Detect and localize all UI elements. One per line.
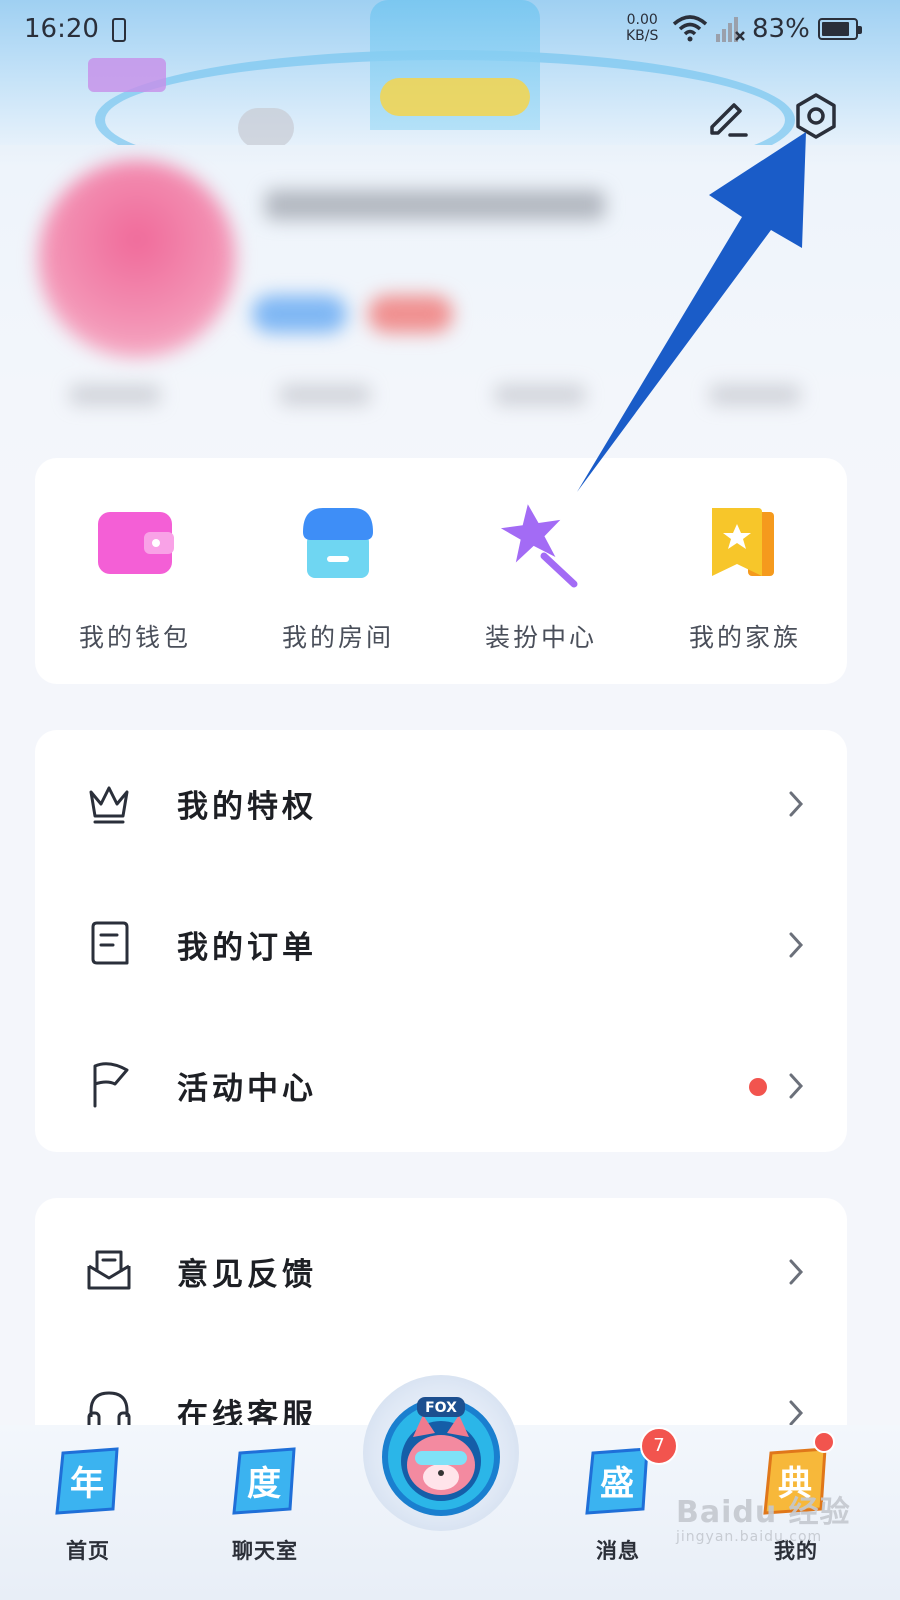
tool-wallet[interactable]: 我的钱包 <box>45 498 225 654</box>
watermark: Baidu 经验 jingyan.baidu.com <box>676 1495 851 1545</box>
tab-chatroom[interactable]: 度 聊天室 <box>205 1447 325 1565</box>
center-fox-button[interactable]: FOX <box>363 1375 519 1531</box>
store-icon <box>303 508 373 578</box>
notification-dot <box>749 1078 767 1096</box>
flag-icon <box>93 1062 129 1108</box>
edit-profile-button[interactable] <box>704 93 750 139</box>
quick-tools-card: 我的钱包 我的房间 装扮中心 我的家族 <box>35 458 847 684</box>
menu-item-feedback[interactable]: 意见反馈 <box>35 1204 847 1334</box>
home-tab-icon: 年 <box>55 1447 119 1515</box>
tool-family[interactable]: 我的家族 <box>655 498 835 654</box>
chevron-right-icon <box>789 1259 804 1285</box>
chevron-right-icon <box>789 1073 804 1099</box>
family-book-icon <box>712 508 774 576</box>
status-bar: 16:20 0.00 KB/S 83% <box>0 0 900 62</box>
battery-percent: 83% <box>752 14 810 44</box>
settings-button[interactable] <box>791 91 841 141</box>
chevron-right-icon <box>789 791 804 817</box>
username <box>265 190 605 220</box>
message-count-badge: 7 <box>640 1427 678 1465</box>
svg-text:度: 度 <box>247 1464 281 1504</box>
svg-text:年: 年 <box>70 1464 104 1504</box>
feedback-mail-icon <box>87 1250 131 1290</box>
menu-item-orders[interactable]: 我的订单 <box>35 877 847 1007</box>
messages-tab-icon: 盛 <box>585 1447 649 1515</box>
fox-mascot-icon: FOX <box>382 1397 500 1516</box>
profile-header <box>0 150 900 450</box>
vip-badge <box>368 295 453 333</box>
profile-stat[interactable] <box>280 385 370 405</box>
crown-icon <box>89 786 129 824</box>
status-time: 16:20 <box>24 14 99 44</box>
chevron-right-icon <box>789 1400 804 1426</box>
profile-stat[interactable] <box>495 385 585 405</box>
profile-stat[interactable] <box>70 385 160 405</box>
mine-notification-dot <box>813 1431 835 1453</box>
tool-dressup[interactable]: 装扮中心 <box>451 498 631 654</box>
svg-text:FOX: FOX <box>425 1400 457 1416</box>
network-speed: 0.00 KB/S <box>626 12 659 44</box>
menu-item-privileges[interactable]: 我的特权 <box>35 736 847 866</box>
avatar[interactable] <box>38 160 236 358</box>
battery-icon <box>818 18 862 40</box>
tab-home[interactable]: 年 首页 <box>28 1447 148 1565</box>
chevron-right-icon <box>789 932 804 958</box>
signal-icon <box>716 17 745 42</box>
vibrate-icon <box>112 18 126 42</box>
menu-card-primary: 我的特权 我的订单 活动中心 <box>35 730 847 1152</box>
level-badge <box>252 295 347 333</box>
wifi-icon <box>672 15 708 42</box>
menu-item-activities[interactable]: 活动中心 <box>35 1018 847 1148</box>
chatroom-tab-icon: 度 <box>232 1447 296 1515</box>
order-icon <box>91 921 129 965</box>
magic-wand-icon <box>500 504 578 588</box>
svg-text:盛: 盛 <box>600 1464 634 1504</box>
tool-room[interactable]: 我的房间 <box>248 498 428 654</box>
profile-stat[interactable] <box>710 385 800 405</box>
wallet-icon <box>98 512 174 574</box>
